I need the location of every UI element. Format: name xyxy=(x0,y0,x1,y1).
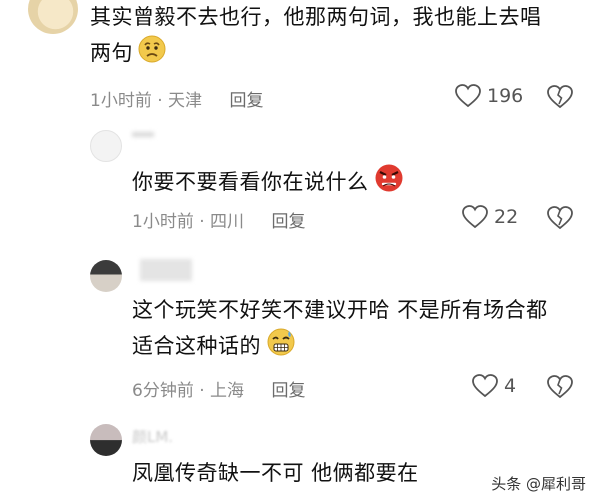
like-button[interactable]: 196 xyxy=(455,84,523,108)
comment-text: 凤凰传奇缺一不可 他俩都要在 xyxy=(132,461,419,485)
broken-heart-icon xyxy=(547,375,573,399)
like-count: 4 xyxy=(504,375,517,397)
comment-author[interactable]: 颜LM. xyxy=(132,426,173,447)
comment-meta: 1小时前 · 天津 回复 xyxy=(90,91,264,111)
heart-icon xyxy=(455,84,481,108)
worried-face-icon xyxy=(137,34,167,74)
grimacing-sweat-face-icon xyxy=(265,327,297,367)
reply-button[interactable]: 回复 xyxy=(229,91,263,111)
comment-thread: 其实曾毅不去也行，他那两句词，我也能上去唱 两句 1小时前 · 天津 回复 19… xyxy=(0,0,600,504)
broken-heart-icon xyxy=(547,206,573,230)
dislike-button[interactable] xyxy=(547,85,573,113)
like-count: 196 xyxy=(487,85,524,107)
redacted-author xyxy=(132,132,154,137)
reply-button[interactable]: 回复 xyxy=(271,212,305,232)
angry-face-icon xyxy=(373,163,405,203)
like-count: 22 xyxy=(494,206,519,228)
comment-meta: 1小时前 · 四川 回复 xyxy=(132,212,306,232)
avatar[interactable] xyxy=(28,0,78,34)
like-button[interactable]: 4 xyxy=(472,374,516,398)
like-button[interactable]: 22 xyxy=(462,205,518,229)
avatar[interactable] xyxy=(90,130,122,162)
comment-text: 其实曾毅不去也行，他那两句词，我也能上去唱 两句 xyxy=(90,0,542,74)
dislike-button[interactable] xyxy=(547,206,573,234)
comment-text: 这个玩笑不好笑不建议开哈 不是所有场合都 适合这种话的 xyxy=(132,293,548,367)
avatar[interactable] xyxy=(90,424,122,456)
heart-icon xyxy=(472,374,498,398)
dislike-button[interactable] xyxy=(547,375,573,403)
redacted-author xyxy=(140,259,192,281)
comment-text: 你要不要看看你在说什么 xyxy=(132,163,405,203)
comment-meta: 6分钟前 · 上海 回复 xyxy=(132,381,306,401)
avatar[interactable] xyxy=(90,260,122,292)
watermark: 头条 @犀利哥 xyxy=(491,475,586,493)
reply-button[interactable]: 回复 xyxy=(271,381,305,401)
broken-heart-icon xyxy=(547,85,573,109)
heart-icon xyxy=(462,205,488,229)
